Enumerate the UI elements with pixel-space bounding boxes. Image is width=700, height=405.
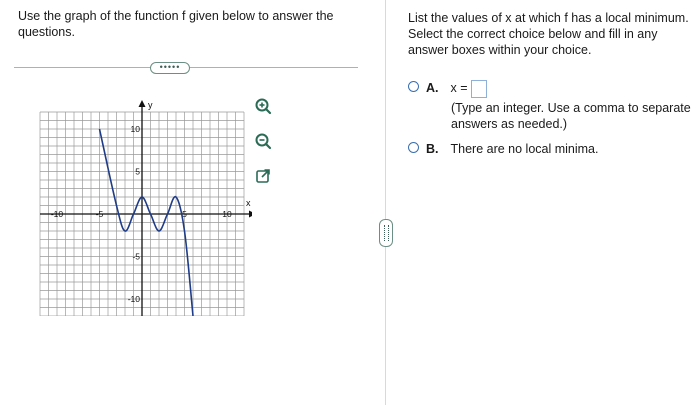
instructions-text: List the values of x at which f has a lo… bbox=[408, 11, 689, 57]
choice-a[interactable]: A. x = bbox=[408, 80, 487, 98]
answer-pane: List the values of x at which f has a lo… bbox=[392, 0, 700, 405]
choice-a-hint: (Type an integer. Use a comma to separat… bbox=[451, 101, 691, 131]
y-axis-label: y bbox=[148, 100, 153, 110]
expand-more-button[interactable]: ••••• bbox=[150, 62, 190, 74]
y-tick-label: 5 bbox=[135, 167, 140, 177]
graph-pane: Use the graph of the function f given be… bbox=[0, 0, 385, 405]
choice-a-prefix: x = bbox=[450, 81, 468, 95]
zoom-in-button[interactable] bbox=[253, 96, 273, 116]
y-tick-label: -10 bbox=[128, 294, 141, 304]
zoom-in-icon bbox=[255, 98, 272, 115]
grip-icon bbox=[384, 225, 389, 241]
choice-b-radio[interactable] bbox=[408, 142, 419, 153]
choice-a-letter: A. bbox=[426, 81, 439, 95]
pane-resize-handle[interactable] bbox=[379, 219, 393, 247]
question-text: Use the graph of the function f given be… bbox=[18, 9, 334, 39]
graph-axes: xy bbox=[40, 100, 256, 316]
choice-b-letter: B. bbox=[426, 142, 439, 156]
choice-b-text: There are no local minima. bbox=[450, 142, 599, 156]
choice-a-radio[interactable] bbox=[408, 81, 419, 92]
zoom-out-icon bbox=[255, 133, 272, 150]
y-axis-arrow bbox=[138, 100, 146, 107]
x-tick-label: -10 bbox=[51, 209, 64, 219]
x-axis-label: x bbox=[246, 198, 251, 208]
y-tick-label: -5 bbox=[132, 252, 140, 262]
x-axis-arrow bbox=[249, 210, 256, 218]
pane-divider bbox=[385, 0, 386, 405]
graph-svg: xy -10 -5 5 10105-5-10 bbox=[39, 100, 256, 317]
choice-b[interactable]: B. There are no local minima. bbox=[408, 141, 598, 157]
function-graph: xy -10 -5 5 10 10 5 -5 -10 bbox=[30, 96, 256, 317]
x-tick-label: 10 bbox=[222, 209, 232, 219]
y-tick-label: 10 bbox=[131, 124, 141, 134]
popout-button[interactable] bbox=[253, 166, 273, 186]
choice-a-answer-box[interactable] bbox=[470, 80, 487, 98]
zoom-out-button[interactable] bbox=[253, 131, 273, 151]
open-new-window-icon bbox=[256, 169, 270, 183]
x-tick-label: -5 bbox=[96, 209, 104, 219]
